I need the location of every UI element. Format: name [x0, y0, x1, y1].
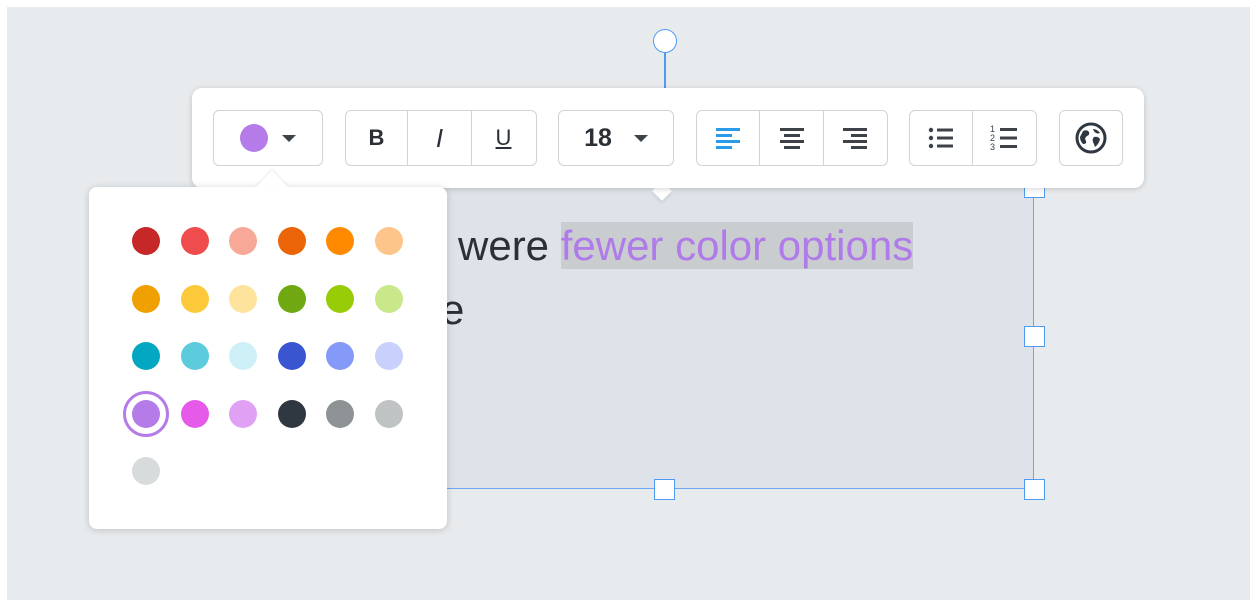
bullet-list-icon: [928, 127, 953, 149]
color-swatch[interactable]: [326, 227, 354, 255]
color-swatch[interactable]: [374, 227, 403, 255]
popover-pointer: [256, 170, 288, 187]
align-center-button[interactable]: [760, 111, 824, 165]
color-swatch[interactable]: [132, 399, 160, 428]
underline-button[interactable]: U: [472, 111, 535, 165]
underline-icon: U: [495, 125, 512, 150]
list-group: 1 2 3: [909, 110, 1037, 166]
color-swatch[interactable]: [180, 284, 209, 313]
color-swatch[interactable]: [277, 342, 306, 370]
color-swatch[interactable]: [326, 342, 354, 370]
color-swatch[interactable]: [132, 457, 160, 485]
bold-button[interactable]: B: [346, 111, 408, 165]
color-swatch[interactable]: [326, 284, 354, 313]
format-toolbar: B I U 18 1 2 3: [192, 88, 1144, 188]
color-swatch[interactable]: [277, 399, 306, 428]
color-dropdown-button[interactable]: [214, 111, 322, 165]
text-plain: were: [458, 222, 550, 269]
color-swatch[interactable]: [229, 399, 257, 428]
resize-handle-bottom-right[interactable]: [1024, 479, 1045, 500]
align-right-icon: [843, 128, 867, 149]
font-size-group: 18: [558, 110, 674, 166]
current-color-swatch: [240, 124, 268, 152]
italic-icon: I: [435, 122, 444, 153]
text-line-1[interactable]: were fewer color options: [458, 213, 914, 281]
alignment-group: [696, 110, 888, 166]
resize-handle-right[interactable]: [1024, 326, 1045, 347]
align-left-icon: [716, 128, 740, 149]
chevron-down-icon: [633, 134, 648, 142]
bold-icon: B: [368, 125, 385, 150]
svg-text:3: 3: [990, 142, 995, 152]
font-size-value: 18: [584, 123, 612, 152]
color-swatch[interactable]: [180, 227, 209, 255]
numbered-list-button[interactable]: 1 2 3: [973, 111, 1035, 165]
color-swatch[interactable]: [374, 399, 403, 428]
color-swatch[interactable]: [229, 284, 257, 313]
text-selection-highlight: fewer color options: [560, 222, 914, 269]
color-swatch[interactable]: [132, 284, 160, 313]
color-swatch[interactable]: [229, 227, 257, 255]
chevron-down-icon: [282, 134, 296, 142]
resize-handle-bottom[interactable]: [654, 479, 675, 500]
color-swatch[interactable]: [374, 342, 403, 370]
globe-icon: [1075, 122, 1107, 154]
font-size-dropdown[interactable]: 18: [559, 111, 673, 165]
color-swatch[interactable]: [229, 342, 257, 370]
color-swatch[interactable]: [132, 342, 160, 370]
italic-button[interactable]: I: [408, 111, 472, 165]
bullet-list-button[interactable]: [910, 111, 973, 165]
color-group: [213, 110, 323, 166]
color-swatch[interactable]: [180, 399, 209, 428]
align-center-icon: [779, 128, 804, 149]
color-swatch[interactable]: [374, 284, 403, 313]
color-swatch[interactable]: [326, 399, 354, 428]
link-group: [1059, 110, 1123, 166]
color-swatch[interactable]: [277, 227, 306, 255]
color-picker-popover: [89, 187, 447, 529]
align-right-button[interactable]: [824, 111, 886, 165]
rotation-handle[interactable]: [653, 29, 677, 53]
color-swatch[interactable]: [132, 227, 160, 255]
color-swatch[interactable]: [180, 342, 209, 370]
rotation-stem: [664, 52, 666, 88]
link-button[interactable]: [1060, 111, 1122, 165]
text-style-group: B I U: [345, 110, 537, 166]
align-left-button[interactable]: [697, 111, 760, 165]
color-swatch[interactable]: [277, 284, 306, 313]
numbered-list-icon: 1 2 3: [990, 124, 1017, 152]
